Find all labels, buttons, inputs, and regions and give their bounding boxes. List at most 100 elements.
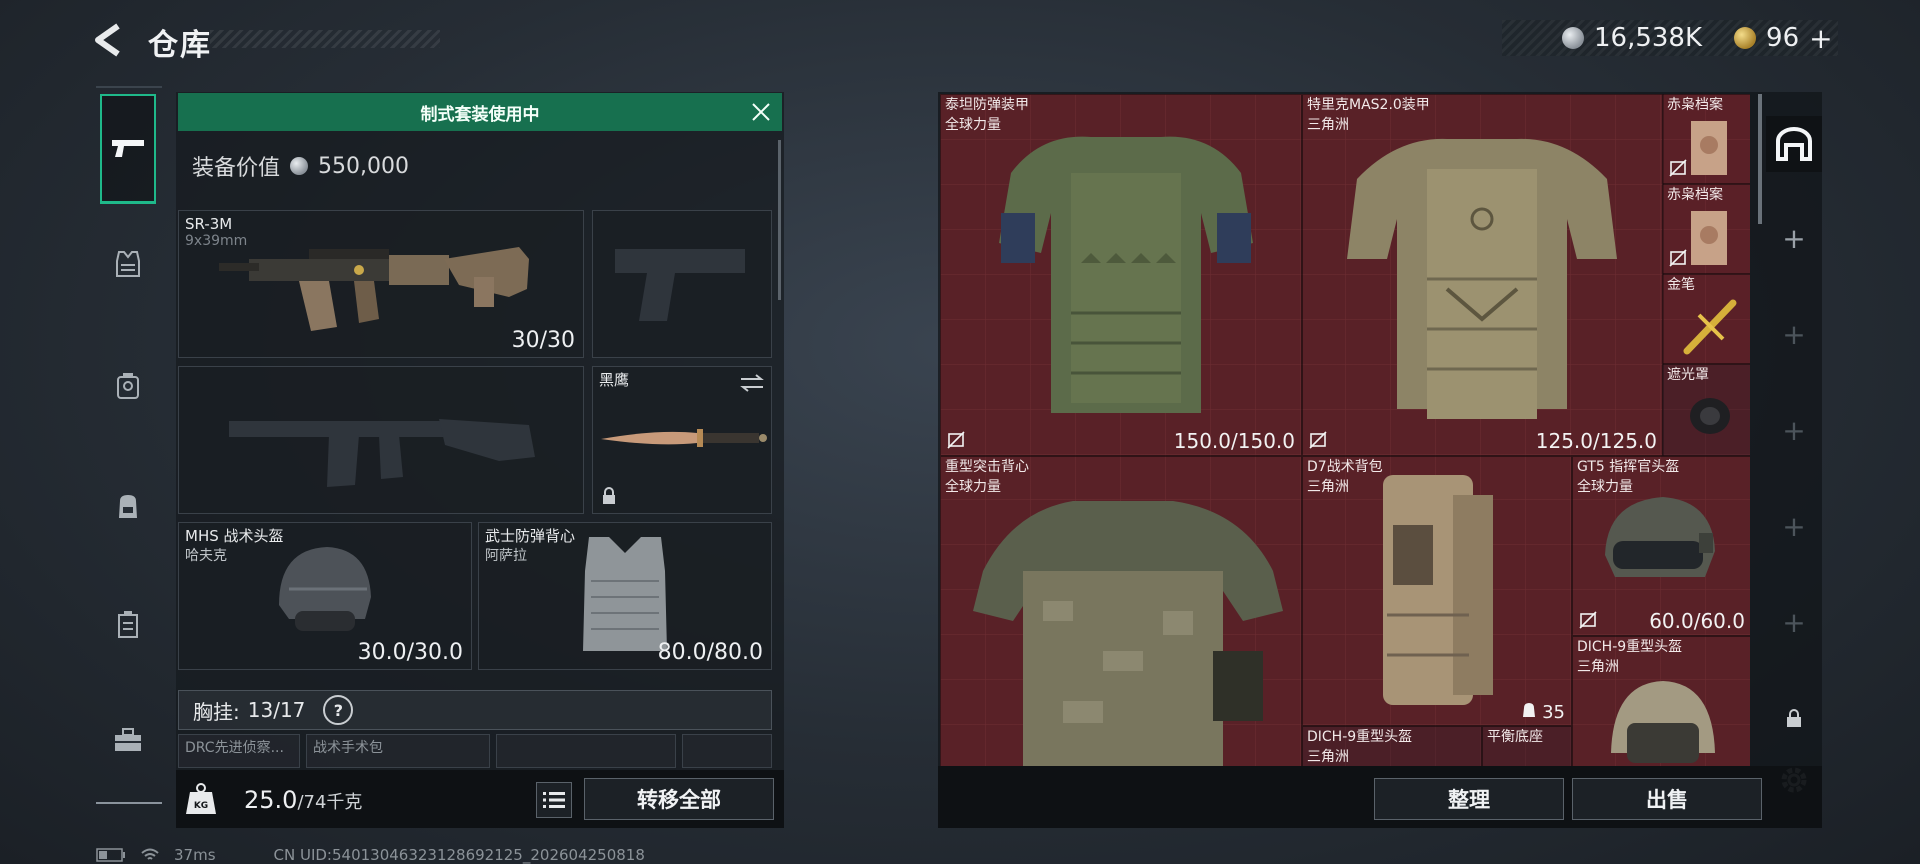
no-trade-icon (1579, 611, 1597, 629)
vest-icon (973, 501, 1283, 766)
tab-armor[interactable] (102, 238, 154, 290)
body-armor-slot[interactable]: 武士防弹背心 阿萨拉 80.0/80.0 (478, 522, 772, 670)
backpack-icon (1383, 475, 1493, 705)
status-bar: 37ms CN UID:54013046323128692125_2026042… (96, 846, 645, 864)
document-icon (1691, 211, 1727, 265)
storage-item[interactable]: 重型突击背心 全球力量 (940, 456, 1302, 766)
transfer-all-button[interactable]: 转移全部 (584, 778, 774, 820)
chest-item-slot[interactable] (496, 734, 676, 768)
storage-item[interactable]: 特里克MAS2.0装甲 三角洲 125.0/125.0 (1302, 94, 1664, 456)
rifle-placeholder-icon (229, 419, 535, 487)
armor-origin: 阿萨拉 (485, 548, 527, 564)
storage-item[interactable]: DICH-9重型头盔 三角洲 (1302, 726, 1482, 766)
silver-coin-icon (1562, 27, 1584, 49)
chest-item-slot[interactable]: 战术手术包 (306, 734, 490, 768)
backpack-icon (1523, 703, 1536, 717)
add-storage-button[interactable]: + (1766, 402, 1822, 458)
chest-item-slot[interactable]: DRC先进侦察... (178, 734, 300, 768)
vest-icon (116, 251, 140, 277)
warehouse-icon (1776, 127, 1812, 161)
storage-item[interactable]: 赤枭档案 (1662, 94, 1750, 184)
chest-rig-header[interactable]: 胸挂: 13/17 ? (178, 690, 772, 730)
category-rail (96, 88, 160, 804)
item-durability: 60.0/60.0 (1649, 609, 1745, 633)
sort-button[interactable]: 整理 (1374, 778, 1564, 820)
tab-chest-rig[interactable] (102, 360, 154, 412)
storage-item[interactable]: DICH-9重型头盔 三角洲 (1572, 636, 1750, 766)
item-origin: 全球力量 (945, 117, 1001, 133)
item-origin: 全球力量 (1577, 479, 1633, 495)
equipment-value: 装备价值 550,000 (192, 150, 409, 182)
lock-icon (1787, 709, 1801, 727)
ping-value: 37ms (174, 846, 216, 864)
carry-weight-value: 25.0 (244, 786, 298, 814)
storage-scrollbar[interactable] (1758, 94, 1762, 224)
list-view-button[interactable] (536, 782, 572, 818)
add-storage-button[interactable]: + (1766, 498, 1822, 554)
helmet-origin: 哈夫克 (185, 548, 227, 564)
backpack-icon (119, 495, 137, 518)
helmet-icon (1605, 497, 1715, 577)
case-icon (118, 611, 138, 638)
tab-case[interactable] (102, 598, 154, 650)
equipment-value-label: 装备价值 (192, 156, 281, 181)
item-name: 赤枭档案 (1667, 187, 1723, 203)
item-name: DICH-9重型头盔 (1307, 729, 1413, 745)
item-origin: 三角洲 (1307, 479, 1349, 495)
primary-weapon-slot[interactable]: SR-3M 9x39mm 30/30 (178, 210, 584, 358)
armor-icon (999, 136, 1253, 414)
sell-button[interactable]: 出售 (1572, 778, 1762, 820)
chest-item-slot[interactable] (682, 734, 772, 768)
weight-icon: KG (186, 783, 216, 814)
preset-banner: 制式套装使用中 (178, 93, 782, 131)
storage-item[interactable]: 遮光罩 (1662, 364, 1750, 456)
melee-slot[interactable]: 黑鹰 (592, 366, 772, 514)
item-origin: 三角洲 (1577, 659, 1619, 675)
silver-coin-icon (290, 157, 309, 175)
storage-item[interactable]: 平衡底座 (1482, 726, 1572, 766)
melee-name: 黑鹰 (599, 371, 630, 389)
sidearm-slot[interactable] (592, 210, 772, 358)
currency-bar: 16,538K 96 + (1502, 20, 1838, 56)
pistol-icon (112, 139, 144, 157)
item-durability: 150.0/150.0 (1173, 429, 1295, 453)
tab-weapons[interactable] (100, 94, 156, 204)
item-name: 重型突击背心 (945, 459, 1029, 475)
item-origin: 全球力量 (945, 479, 1001, 495)
gold-coin-icon (1734, 27, 1757, 49)
chest-rig-label: 胸挂: (193, 699, 240, 724)
add-storage-button[interactable]: + (1766, 210, 1822, 266)
title-decoration (210, 30, 440, 48)
swap-icon[interactable] (739, 373, 765, 393)
helmet-slot[interactable]: MHS 战术头盔 哈夫克 30.0/30.0 (178, 522, 472, 670)
storage-tabs-rail: + + + + + (1766, 94, 1822, 793)
help-button[interactable]: ? (323, 695, 354, 725)
storage-item[interactable]: 赤枭档案 (1662, 184, 1750, 274)
lock-storage-button[interactable] (1766, 690, 1822, 746)
storage-item[interactable]: 泰坦防弹装甲 全球力量 150.0/150.0 (940, 94, 1302, 456)
tab-backpack[interactable] (102, 480, 154, 532)
storage-item[interactable]: D7战术背包 三角洲 35 (1302, 456, 1572, 726)
item-origin: 三角洲 (1307, 749, 1349, 765)
item-origin: 三角洲 (1307, 117, 1349, 133)
loadout-scrollbar[interactable] (778, 140, 781, 300)
tab-toolbox[interactable] (102, 714, 154, 766)
pistol-placeholder-icon (615, 249, 745, 321)
item-name: 金笔 (1667, 277, 1695, 293)
add-storage-button[interactable]: + (1766, 594, 1822, 650)
knife-icon (601, 429, 767, 447)
item-name: DICH-9重型头盔 (1577, 639, 1683, 655)
secondary-weapon-slot[interactable] (178, 366, 584, 514)
tab-main-storage[interactable] (1766, 116, 1822, 172)
storage-item[interactable]: GT5 指挥官头盔 全球力量 60.0/60.0 (1572, 456, 1750, 636)
back-icon[interactable] (88, 20, 128, 60)
list-icon (543, 792, 565, 808)
storage-item[interactable]: 金笔 (1662, 274, 1750, 364)
close-icon[interactable] (750, 101, 772, 123)
no-trade-icon (1309, 431, 1327, 449)
add-currency-button[interactable]: + (1809, 22, 1832, 55)
armor-icon (1347, 138, 1617, 419)
weight-icon-label: KG (194, 801, 208, 811)
item-name: 特里克MAS2.0装甲 (1307, 97, 1430, 113)
add-storage-button[interactable]: + (1766, 306, 1822, 362)
